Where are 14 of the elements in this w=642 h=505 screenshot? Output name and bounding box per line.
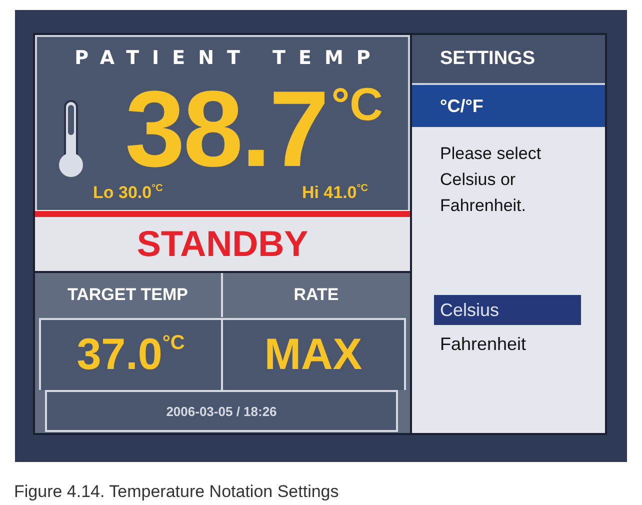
unit-label: °C (331, 77, 383, 131)
temperature-reading: 38.7 (125, 83, 328, 175)
rate-label: RATE (292, 284, 340, 306)
settings-title: SETTINGS (412, 35, 605, 83)
settings-prompt: Please select Celsius or Fahrenheit. (439, 143, 542, 217)
option-item[interactable]: Fahrenheit (434, 329, 581, 359)
rate-value: MAX (222, 318, 406, 390)
status-text: STANDBY (35, 217, 410, 273)
option-item[interactable]: Celsius (434, 295, 581, 325)
thermometer-icon (57, 99, 85, 179)
date-time: 2006-03-05 / 18:26 (45, 390, 398, 432)
settings-menu-item[interactable]: °C/°F (412, 83, 605, 127)
figure-caption: Figure 4.14. Temperature Notation Settings (14, 482, 340, 502)
patient-temp-label: PATIENT TEMP (74, 47, 384, 69)
